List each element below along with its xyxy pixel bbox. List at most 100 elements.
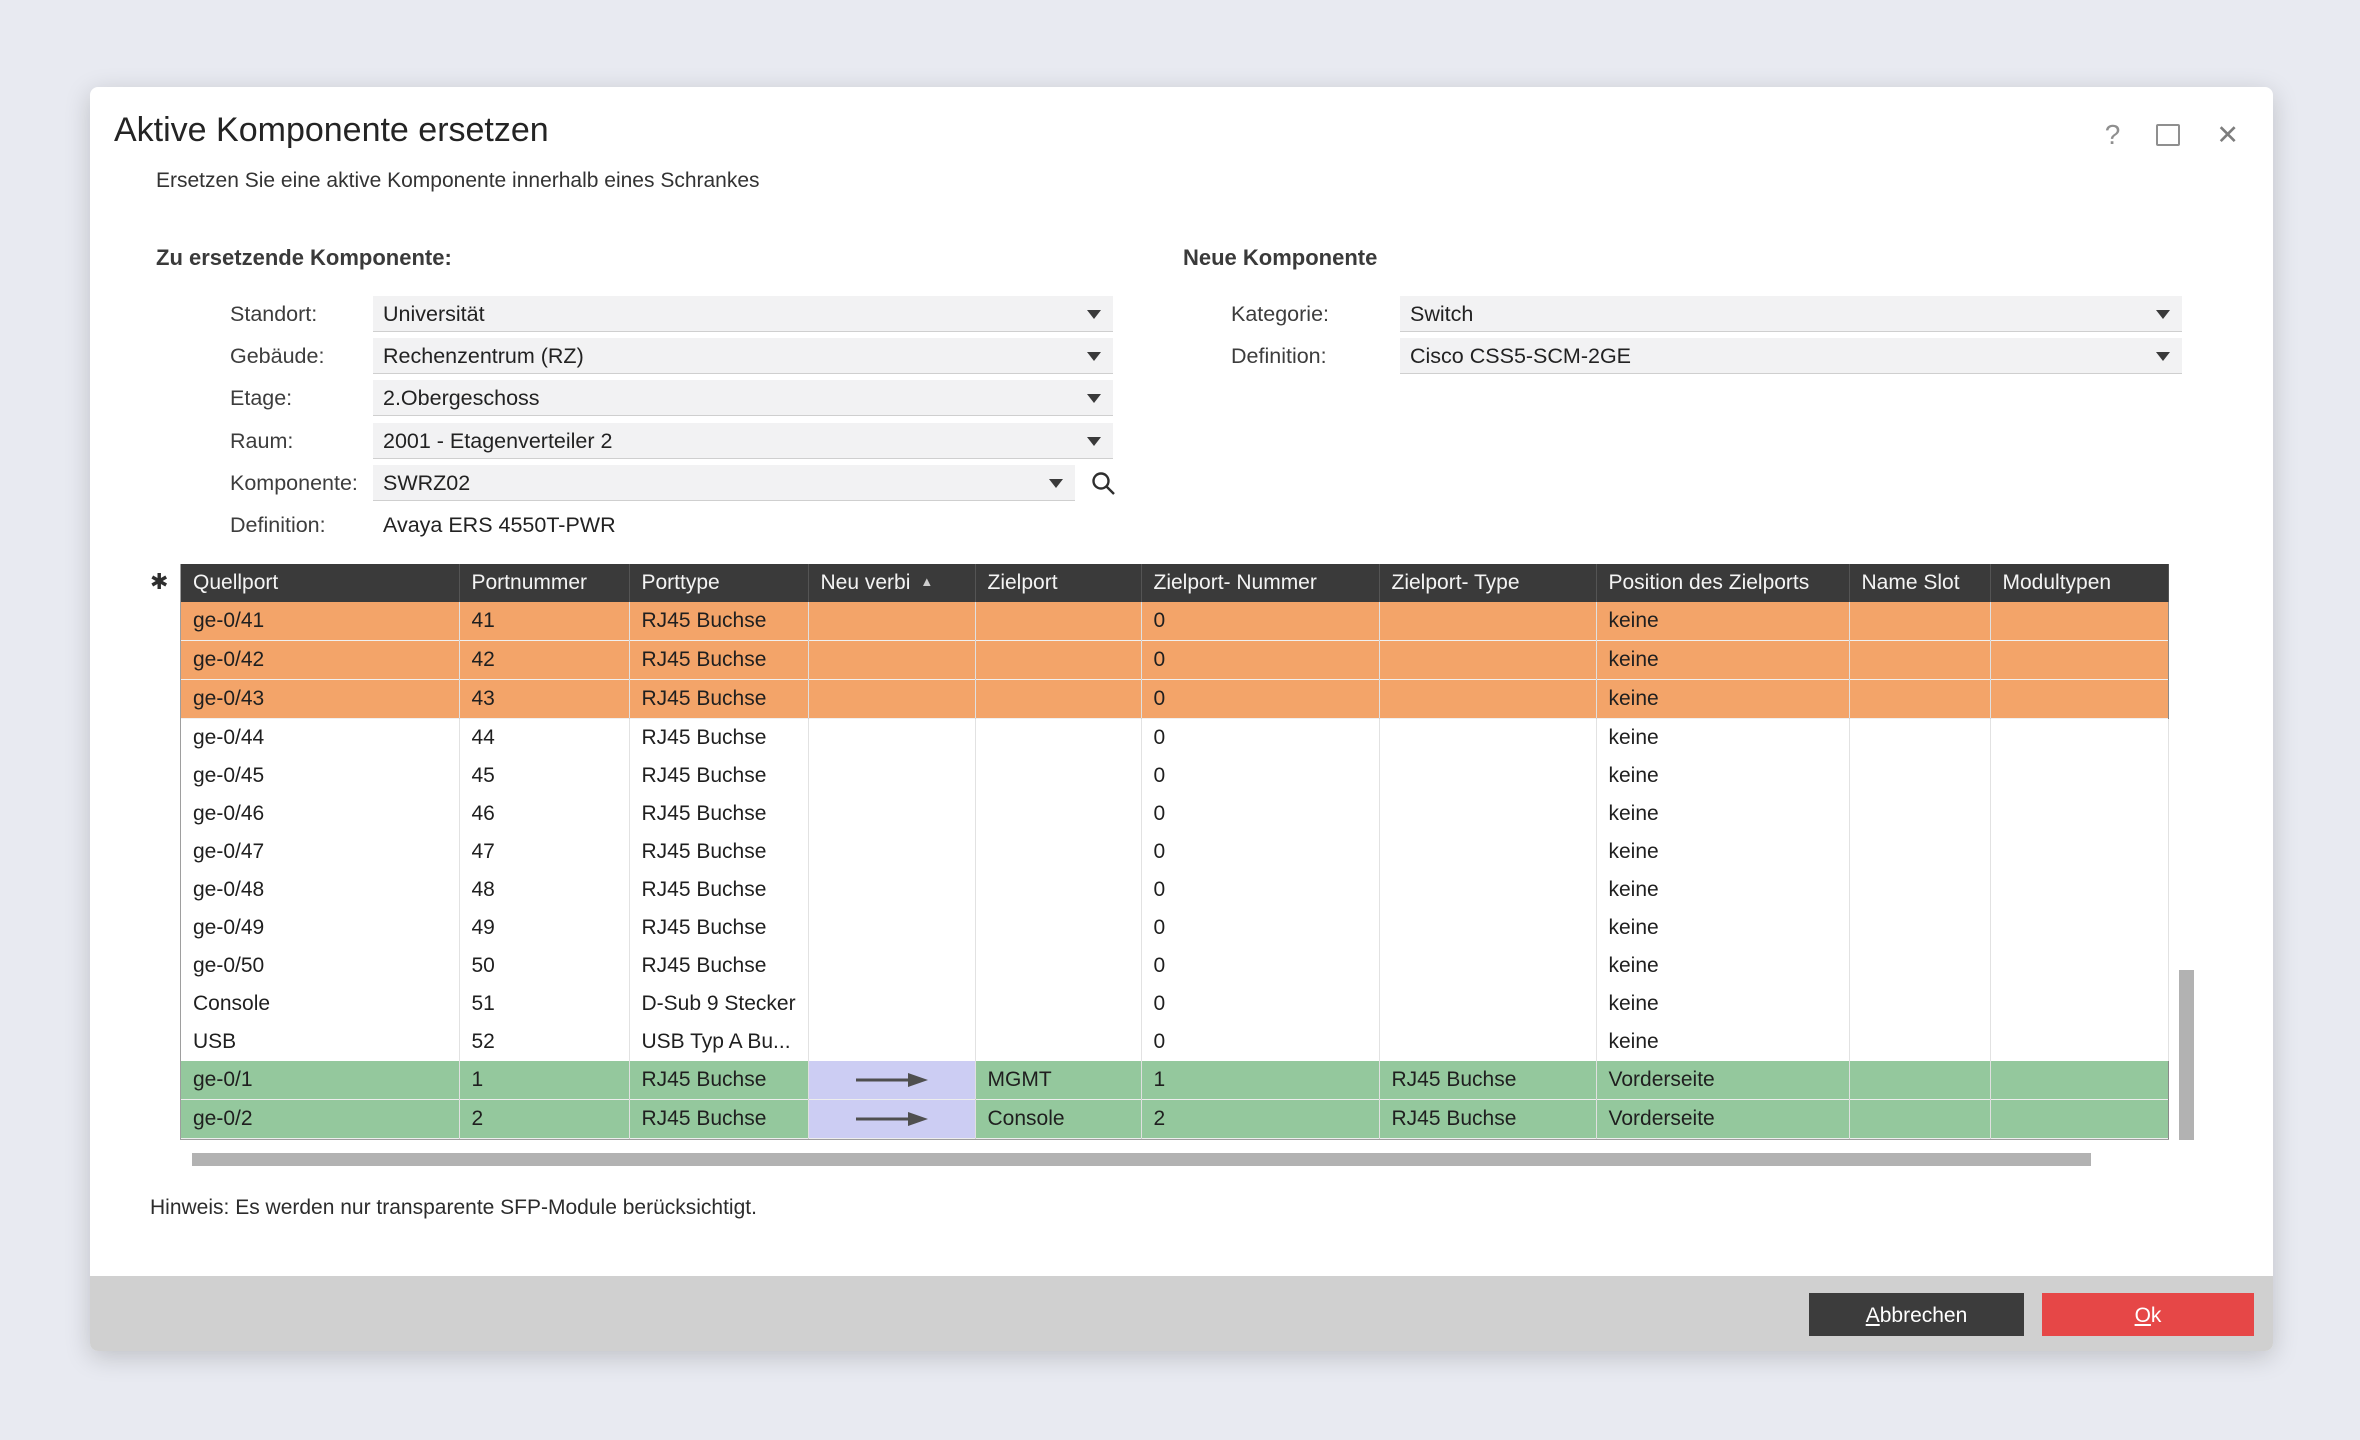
help-icon[interactable]: ? xyxy=(2105,121,2121,149)
column-header-position-des-zielports[interactable]: Position des Zielports xyxy=(1596,564,1849,602)
port-row-ge-0-44[interactable]: ge-0/4444RJ45 Buchse0keine xyxy=(181,719,2168,758)
kategorie-dropdown[interactable]: Switch xyxy=(1400,296,2182,332)
column-header-quellport[interactable]: Quellport xyxy=(181,564,459,602)
new-definition-dropdown[interactable]: Cisco CSS5-SCM-2GE xyxy=(1400,338,2182,374)
cell-zielport xyxy=(975,641,1141,680)
maximize-icon[interactable] xyxy=(2156,124,2180,146)
close-icon[interactable]: ✕ xyxy=(2216,121,2239,149)
raum-value: 2001 - Etagenverteiler 2 xyxy=(383,423,612,459)
port-row-ge-0-2[interactable]: ge-0/22RJ45 BuchseConsole2RJ45 BuchseVor… xyxy=(181,1100,2168,1139)
cell-zielport-type xyxy=(1379,909,1596,947)
cell-neu-verbi xyxy=(808,985,975,1023)
cell-zielport-nummer: 0 xyxy=(1141,757,1379,795)
replace-section-heading: Zu ersetzende Komponente: xyxy=(156,245,452,271)
gebaeude-dropdown[interactable]: Rechenzentrum (RZ) xyxy=(373,338,1113,374)
cell-zielport: Console xyxy=(975,1100,1141,1139)
standort-value: Universität xyxy=(383,296,485,332)
cell-neu-verbi xyxy=(808,909,975,947)
cell-quellport: USB xyxy=(181,1023,459,1061)
column-header-neu-verbi[interactable]: Neu verbi▲ xyxy=(808,564,975,602)
cell-position-des-zielports: Vorderseite xyxy=(1596,1061,1849,1100)
port-row-usb[interactable]: USB52USB Typ A Bu...0keine xyxy=(181,1023,2168,1061)
cell-zielport-type xyxy=(1379,757,1596,795)
cell-modultypen xyxy=(1990,1100,2168,1139)
port-row-ge-0-1[interactable]: ge-0/11RJ45 BuchseMGMT1RJ45 BuchseVorder… xyxy=(181,1061,2168,1100)
cell-zielport xyxy=(975,947,1141,985)
column-header-label: Porttype xyxy=(642,571,720,594)
column-header-label: Neu verbi xyxy=(821,571,911,594)
column-header-modultypen[interactable]: Modultypen xyxy=(1990,564,2168,602)
cell-zielport-type: RJ45 Buchse xyxy=(1379,1100,1596,1139)
port-row-ge-0-49[interactable]: ge-0/4949RJ45 Buchse0keine xyxy=(181,909,2168,947)
gebaeude-value: Rechenzentrum (RZ) xyxy=(383,338,584,374)
column-header-portnummer[interactable]: Portnummer xyxy=(459,564,629,602)
cell-name-slot xyxy=(1849,719,1990,758)
cell-quellport: ge-0/48 xyxy=(181,871,459,909)
cancel-button[interactable]: Abbrechen xyxy=(1809,1293,2024,1336)
cell-neu-verbi xyxy=(808,795,975,833)
cell-position-des-zielports: keine xyxy=(1596,719,1849,758)
horizontal-scrollbar-thumb[interactable] xyxy=(192,1153,2091,1166)
chevron-down-icon xyxy=(1049,479,1063,488)
cell-portnummer: 44 xyxy=(459,719,629,758)
port-row-console[interactable]: Console51D-Sub 9 Stecker0keine xyxy=(181,985,2168,1023)
chevron-down-icon xyxy=(1087,310,1101,319)
chevron-down-icon xyxy=(1087,437,1101,446)
new-definition-label: Definition: xyxy=(1231,338,1327,374)
cell-name-slot xyxy=(1849,757,1990,795)
komponente-dropdown[interactable]: SWRZ02 xyxy=(373,465,1075,501)
definition-value: Avaya ERS 4550T-PWR xyxy=(383,510,616,540)
port-row-ge-0-45[interactable]: ge-0/4545RJ45 Buchse0keine xyxy=(181,757,2168,795)
cell-porttype: RJ45 Buchse xyxy=(629,602,808,641)
port-row-ge-0-41[interactable]: ge-0/4141RJ45 Buchse0keine xyxy=(181,602,2168,641)
table-settings-icon[interactable]: ✱ xyxy=(150,570,168,594)
cell-zielport-nummer: 0 xyxy=(1141,719,1379,758)
cell-portnummer: 41 xyxy=(459,602,629,641)
cell-position-des-zielports: Vorderseite xyxy=(1596,1100,1849,1139)
ok-button[interactable]: Ok xyxy=(2042,1293,2254,1336)
column-header-zielport-type[interactable]: Zielport- Type xyxy=(1379,564,1596,602)
column-header-name-slot[interactable]: Name Slot xyxy=(1849,564,1990,602)
cell-portnummer: 52 xyxy=(459,1023,629,1061)
column-header-zielport-nummer[interactable]: Zielport- Nummer xyxy=(1141,564,1379,602)
cell-portnummer: 50 xyxy=(459,947,629,985)
cell-modultypen xyxy=(1990,602,2168,641)
column-header-zielport[interactable]: Zielport xyxy=(975,564,1141,602)
cell-zielport-type xyxy=(1379,947,1596,985)
cell-position-des-zielports: keine xyxy=(1596,985,1849,1023)
cell-quellport: ge-0/50 xyxy=(181,947,459,985)
port-row-ge-0-43[interactable]: ge-0/4343RJ45 Buchse0keine xyxy=(181,680,2168,719)
cell-zielport-nummer: 0 xyxy=(1141,602,1379,641)
port-row-ge-0-42[interactable]: ge-0/4242RJ45 Buchse0keine xyxy=(181,641,2168,680)
cell-modultypen xyxy=(1990,833,2168,871)
cell-quellport: ge-0/2 xyxy=(181,1100,459,1139)
port-row-ge-0-46[interactable]: ge-0/4646RJ45 Buchse0keine xyxy=(181,795,2168,833)
search-icon[interactable] xyxy=(1090,470,1118,498)
cell-name-slot xyxy=(1849,909,1990,947)
etage-label: Etage: xyxy=(230,380,292,416)
cell-quellport: ge-0/44 xyxy=(181,719,459,758)
cell-portnummer: 51 xyxy=(459,985,629,1023)
cell-zielport xyxy=(975,833,1141,871)
cell-zielport-nummer: 0 xyxy=(1141,1023,1379,1061)
cell-name-slot xyxy=(1849,1100,1990,1139)
cell-modultypen xyxy=(1990,641,2168,680)
column-header-label: Zielport- Nummer xyxy=(1154,571,1317,594)
etage-dropdown[interactable]: 2.Obergeschoss xyxy=(373,380,1113,416)
cell-quellport: ge-0/41 xyxy=(181,602,459,641)
cell-porttype: USB Typ A Bu... xyxy=(629,1023,808,1061)
cell-name-slot xyxy=(1849,1061,1990,1100)
standort-dropdown[interactable]: Universität xyxy=(373,296,1113,332)
cell-modultypen xyxy=(1990,719,2168,758)
port-row-ge-0-48[interactable]: ge-0/4848RJ45 Buchse0keine xyxy=(181,871,2168,909)
dialog-subtitle: Ersetzen Sie eine aktive Komponente inne… xyxy=(156,169,760,193)
port-row-ge-0-47[interactable]: ge-0/4747RJ45 Buchse0keine xyxy=(181,833,2168,871)
column-header-porttype[interactable]: Porttype xyxy=(629,564,808,602)
cell-modultypen xyxy=(1990,680,2168,719)
vertical-scrollbar-thumb[interactable] xyxy=(2179,970,2194,1140)
port-row-ge-0-50[interactable]: ge-0/5050RJ45 Buchse0keine xyxy=(181,947,2168,985)
cell-position-des-zielports: keine xyxy=(1596,641,1849,680)
cell-zielport-nummer: 0 xyxy=(1141,871,1379,909)
cell-name-slot xyxy=(1849,602,1990,641)
raum-dropdown[interactable]: 2001 - Etagenverteiler 2 xyxy=(373,423,1113,459)
